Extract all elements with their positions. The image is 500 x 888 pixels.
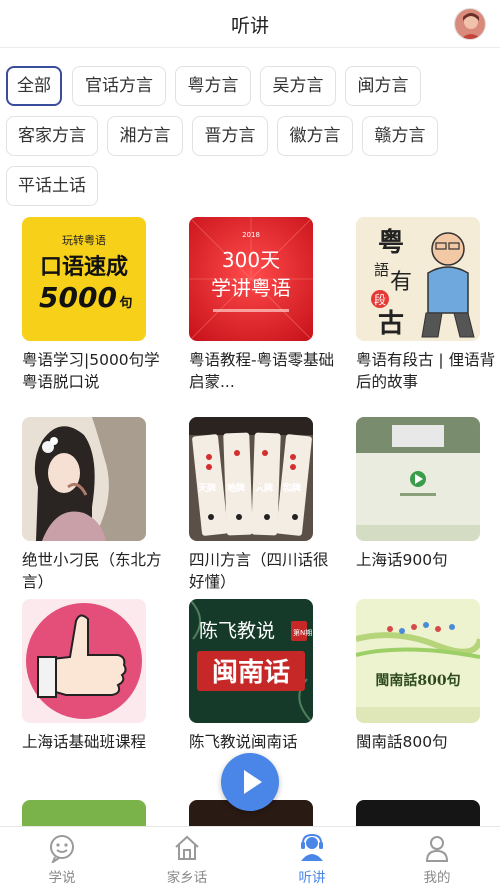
card-cover: 粤 語 有 段 古 <box>356 217 480 341</box>
audio-card[interactable]: 粤 語 有 段 古 粤语有段古 | 俚语背后的故事 <box>356 217 495 393</box>
svg-text:口语速成: 口语速成 <box>40 254 128 280</box>
svg-text:地牌: 地牌 <box>227 482 245 494</box>
card-title: 粤语有段古 | 俚语背后的故事 <box>356 351 496 391</box>
svg-text:和牌: 和牌 <box>282 482 301 494</box>
chip-hui[interactable]: 徽方言 <box>277 116 353 156</box>
card-title: 四川方言（四川话很好懂） <box>189 551 329 591</box>
card-cover: 陈飞教说 第N期 闽南话 <box>189 599 313 723</box>
svg-text:2018: 2018 <box>242 231 260 239</box>
card-title: 上海话900句 <box>356 551 448 569</box>
card-cover <box>22 599 146 723</box>
card-title: 上海话基础班课程 <box>22 733 147 751</box>
tab-hometown[interactable]: 家乡话 <box>147 833 227 886</box>
chip-hakka[interactable]: 客家方言 <box>6 116 98 156</box>
tab-label: 学说 <box>48 870 76 886</box>
card-title: 粤语教程-粤语零基础启蒙... <box>189 351 335 391</box>
card-title: 陈飞教说闽南话 <box>189 733 298 751</box>
svg-text:段: 段 <box>374 292 386 307</box>
svg-text:300天: 300天 <box>222 248 280 272</box>
chip-xiang[interactable]: 湘方言 <box>107 116 183 156</box>
audio-card[interactable]: 閩南話800句 閩南話800句 <box>356 599 480 753</box>
chip-guanhua[interactable]: 官话方言 <box>72 66 166 106</box>
chip-wu[interactable]: 吴方言 <box>260 66 336 106</box>
svg-text:粤: 粤 <box>378 227 404 258</box>
card-title: 绝世小刁民（东北方言） <box>22 551 162 591</box>
chip-pinghua[interactable]: 平话土话 <box>6 166 98 206</box>
avatar[interactable] <box>454 8 486 40</box>
audio-card[interactable]: 上海话900句 <box>356 417 480 571</box>
tab-listen[interactable]: 听讲 <box>272 833 352 886</box>
card-cover: 玩转粤语 口语速成 5000 句 <box>22 217 146 341</box>
svg-text:有: 有 <box>390 270 412 295</box>
card-cover: 2018 300天 学讲粤语 <box>189 217 313 341</box>
app-header: 听讲 <box>0 0 500 48</box>
svg-text:閩南話800句: 閩南話800句 <box>375 672 460 689</box>
home-icon <box>172 833 202 863</box>
svg-text:天牌: 天牌 <box>198 482 216 494</box>
svg-text:句: 句 <box>119 295 132 311</box>
audio-card[interactable]: 上海话基础班课程 <box>22 599 146 753</box>
chip-all[interactable]: 全部 <box>6 66 62 106</box>
svg-text:第N期: 第N期 <box>293 628 312 637</box>
audio-card[interactable]: 绝世小刁民（东北方言） <box>22 417 162 593</box>
chip-gan[interactable]: 赣方言 <box>362 116 438 156</box>
audio-card[interactable]: 天牌 地牌 人牌 和牌 四川方言（四川话很好懂） <box>189 417 329 593</box>
svg-text:語: 語 <box>374 261 389 279</box>
bottom-tab-bar: 学说 家乡话 听讲 我的 <box>0 826 500 888</box>
tab-learn-speak[interactable]: 学说 <box>22 833 102 886</box>
svg-text:古: 古 <box>378 309 404 339</box>
svg-text:人牌: 人牌 <box>254 482 273 494</box>
chip-yue[interactable]: 粤方言 <box>175 66 251 106</box>
card-cover: 閩南話800句 <box>356 599 480 723</box>
tab-label: 家乡话 <box>166 870 208 886</box>
listen-person-icon <box>297 833 327 863</box>
tab-label: 我的 <box>423 870 451 886</box>
svg-text:学讲粤语: 学讲粤语 <box>211 276 291 300</box>
tab-label: 听讲 <box>298 870 326 886</box>
page-title: 听讲 <box>230 15 269 37</box>
card-title: 閩南話800句 <box>356 733 448 751</box>
audio-card[interactable]: 2018 300天 学讲粤语 粤语教程-粤语零基础启蒙... <box>189 217 334 393</box>
svg-text:闽南话: 闽南话 <box>212 658 290 688</box>
play-button[interactable] <box>221 753 279 811</box>
play-icon <box>244 770 262 794</box>
chip-min[interactable]: 闽方言 <box>345 66 421 106</box>
svg-text:玩转粤语: 玩转粤语 <box>62 233 106 247</box>
chip-jin[interactable]: 晋方言 <box>192 116 268 156</box>
audio-card[interactable]: 陈飞教说 第N期 闽南话 陈飞教说闽南话 <box>189 599 313 753</box>
user-icon <box>422 833 452 863</box>
audio-card[interactable]: 玩转粤语 口语速成 5000 句 粤语学习|5000句学粤语脱口说 <box>22 217 160 393</box>
tab-mine[interactable]: 我的 <box>397 833 477 886</box>
card-cover <box>356 417 480 541</box>
svg-text:5000: 5000 <box>39 281 117 314</box>
card-title: 粤语学习|5000句学粤语脱口说 <box>22 351 160 391</box>
card-cover <box>22 417 146 541</box>
svg-text:陈飞教说: 陈飞教说 <box>199 620 275 642</box>
card-cover: 天牌 地牌 人牌 和牌 <box>189 417 313 541</box>
chat-bubble-icon <box>47 833 77 865</box>
